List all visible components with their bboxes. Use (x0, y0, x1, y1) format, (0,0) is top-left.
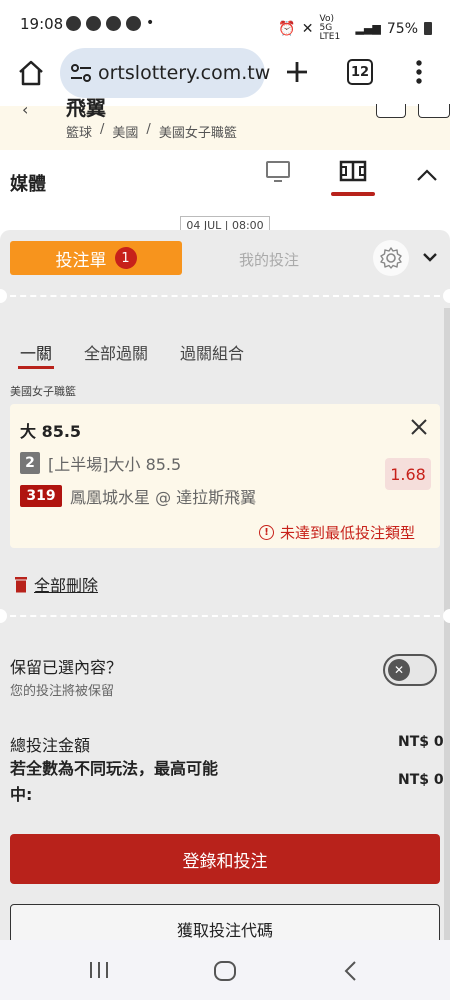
max-win-label: 若全數為不同玩法，最高可能中: (10, 759, 219, 804)
breadcrumb: 籃球 / 美國 / 美國女子職籃 (66, 122, 237, 141)
total-stake-value: NT$ 0 (398, 734, 444, 750)
odds-value: 1.68 (385, 458, 431, 490)
tab-my-bets[interactable]: 我的投注 (239, 249, 299, 270)
toggle-off-icon: ✕ (388, 659, 410, 681)
subtab-all-parlay[interactable]: 全部過關 (84, 340, 148, 364)
selection-title: 大 85.5 (20, 422, 82, 441)
home-button-icon[interactable] (213, 960, 237, 982)
breadcrumb-item[interactable]: 美國 (112, 122, 138, 141)
warning-text: 未達到最低投注類型 (280, 524, 416, 542)
gear-icon (380, 247, 402, 269)
grid-icon[interactable] (418, 104, 450, 118)
market-label: [上半場]大小 85.5 (48, 455, 182, 474)
divider (0, 295, 450, 297)
divider (0, 615, 450, 617)
home-icon[interactable] (17, 60, 45, 86)
warning-icon: ! (259, 525, 274, 540)
media-label: 媒體 (10, 174, 46, 195)
back-icon[interactable] (342, 960, 358, 982)
battery-level: 75% (386, 20, 418, 37)
close-icon[interactable] (410, 418, 428, 436)
tab-betslip[interactable]: 投注單 1 (10, 241, 182, 275)
chrome-icon (86, 16, 101, 31)
chrome-icon (66, 16, 81, 31)
match-title: 飛翼 (66, 96, 106, 120)
back-chevron-icon[interactable]: ‹ (22, 100, 28, 119)
battery-icon (424, 22, 432, 35)
collapse-chevron-icon[interactable] (416, 168, 438, 182)
total-stake-label: 總投注金額 (10, 736, 91, 755)
subtab-single[interactable]: 一關 (20, 340, 52, 364)
divider-notch (443, 289, 450, 303)
address-bar[interactable]: ortslottery.com.tw (60, 48, 270, 98)
keep-selection-title: 保留已選內容？ (10, 658, 123, 677)
divider-notch (443, 609, 450, 623)
match-id-badge: 319 (20, 485, 62, 507)
market-number: 2 (20, 452, 40, 474)
more-dot-icon: • (146, 15, 155, 31)
subtab-active-underline (18, 366, 54, 369)
menu-icon[interactable] (414, 59, 424, 85)
status-bar: 19:08 • ⏰ ✕ Vo) 5G LTE1 ▂▄▆ 75% (0, 0, 450, 48)
keep-selection-subtitle: 您的投注將被保留 (10, 684, 115, 699)
tv-icon[interactable] (265, 160, 291, 184)
divider-notch (0, 289, 7, 303)
keep-selection-toggle[interactable]: ✕ (383, 654, 437, 686)
line-icon (126, 16, 141, 31)
site-settings-icon[interactable] (70, 63, 92, 83)
scrollbar[interactable] (444, 308, 450, 940)
login-and-bet-button[interactable]: 登錄和投注 (10, 834, 440, 884)
signal-icon: ▂▄▆ (355, 22, 381, 35)
field-icon[interactable] (339, 160, 367, 182)
tab-betslip-label: 投注單 (55, 250, 107, 271)
status-time: 19:08 (20, 15, 64, 33)
delete-all-label: 全部刪除 (34, 576, 99, 595)
betslip-count-badge: 1 (114, 247, 137, 269)
league-label: 美國女子職籃 (10, 385, 76, 398)
breadcrumb-item[interactable]: 美國女子職籃 (159, 122, 237, 141)
breadcrumb-item[interactable]: 籃球 (66, 122, 92, 141)
betslip-panel: 投注單 1 我的投注 一關 全部過關 過關組合 美國女子職籃 大 85.5 2 … (0, 230, 450, 954)
alarm-icon: ⏰ (278, 20, 296, 37)
url-text[interactable]: ortslottery.com.tw (98, 62, 270, 84)
tab-switcher-button[interactable]: 12 (347, 59, 373, 85)
breadcrumb-separator: / (100, 122, 105, 137)
recent-apps-icon[interactable] (88, 960, 110, 980)
mute-icon: ✕ (301, 20, 314, 37)
stats-icon[interactable] (376, 104, 406, 118)
notification-icons: • (66, 16, 154, 31)
minimize-chevron-icon[interactable] (422, 252, 438, 262)
field-active-underline (331, 192, 375, 196)
settings-button[interactable] (373, 240, 409, 276)
trash-icon (15, 576, 27, 592)
subtab-parlay-combo[interactable]: 過關組合 (180, 340, 244, 364)
delete-all-button[interactable]: 全部刪除 (14, 572, 98, 596)
max-win-value: NT$ 0 (398, 772, 444, 788)
breadcrumb-separator: / (146, 122, 151, 137)
divider-notch (0, 609, 7, 623)
match-header: ‹ 飛翼 籃球 / 美國 / 美國女子職籃 (0, 98, 450, 150)
network-label: Vo) 5G LTE1 (319, 14, 341, 42)
media-row: 媒體 04 JUL | 08:00 (0, 150, 450, 236)
system-navigation-bar (0, 940, 450, 1000)
match-label: 鳳凰城水星 @ 達拉斯飛翼 (70, 488, 257, 507)
selection-card: 大 85.5 2 [上半場]大小 85.5 319 鳳凰城水星 @ 達拉斯飛翼 … (10, 404, 440, 548)
new-tab-icon[interactable] (285, 60, 309, 84)
chat-icon (106, 16, 121, 31)
